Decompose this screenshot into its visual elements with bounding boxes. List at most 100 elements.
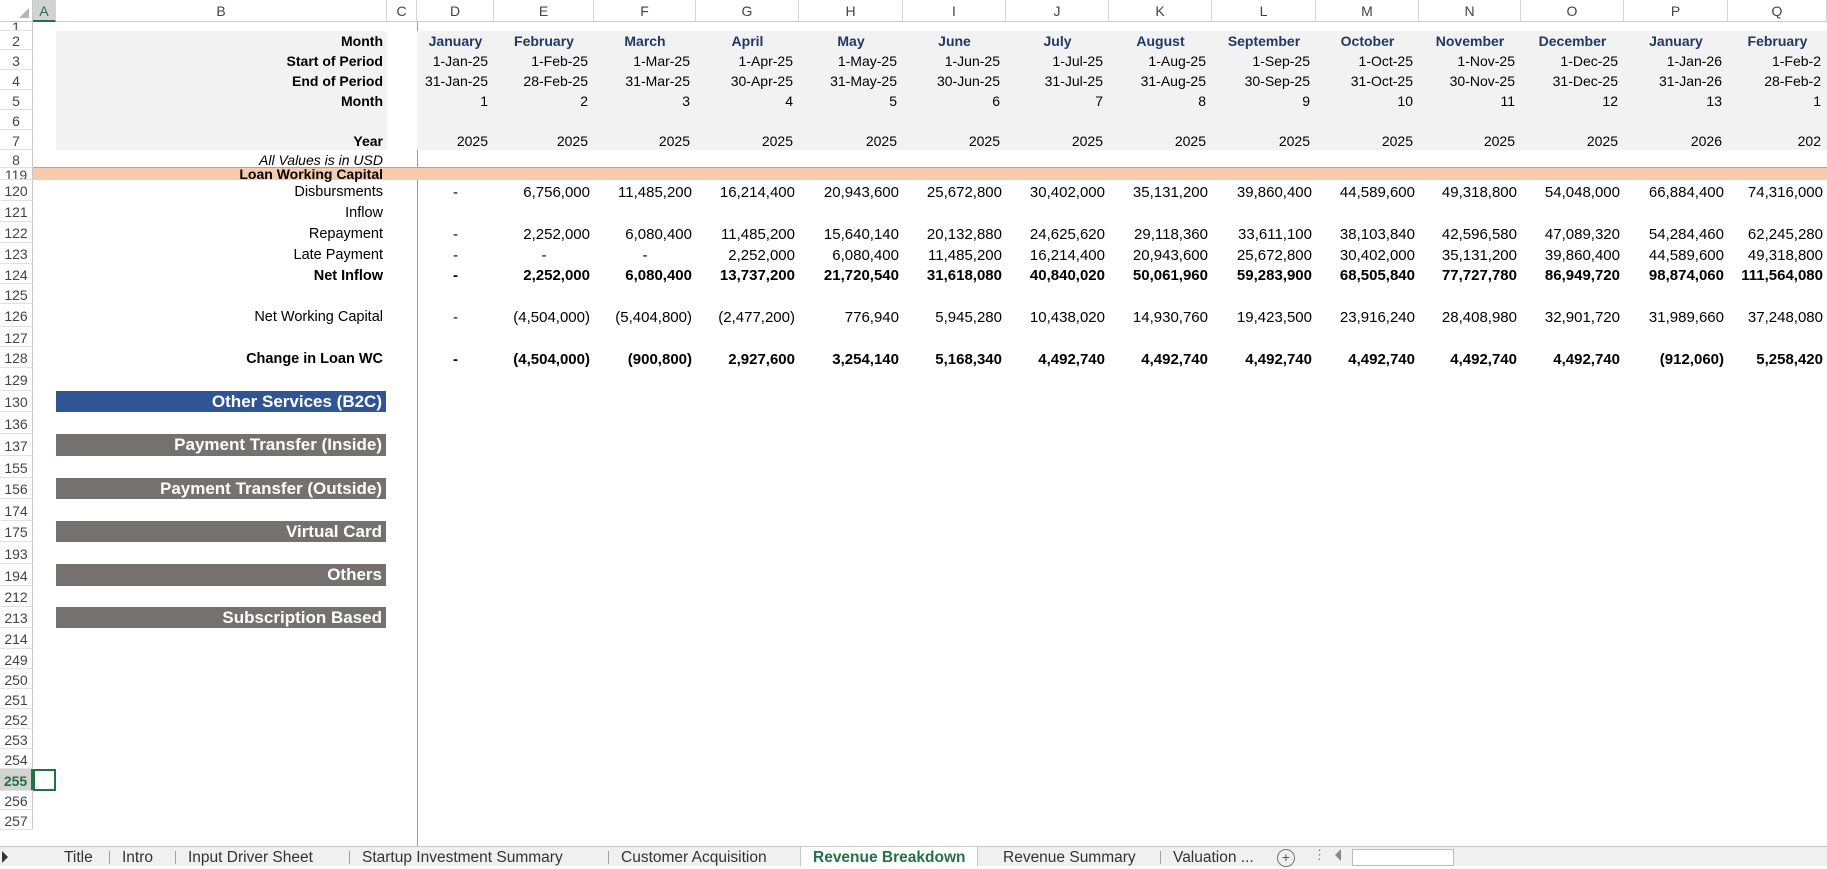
row-header-256[interactable]: 256 — [0, 791, 33, 810]
column-header-k[interactable]: K — [1109, 0, 1212, 22]
column-header-d[interactable]: D — [417, 0, 494, 22]
section-header-2[interactable]: Payment Transfer (Inside) — [56, 434, 386, 456]
column-header-f[interactable]: F — [594, 0, 696, 22]
row-gridline — [0, 728, 33, 729]
row-gridline — [0, 390, 33, 391]
column-header-h[interactable]: H — [799, 0, 903, 22]
row-header-251[interactable]: 251 — [0, 689, 33, 709]
section-header-3[interactable]: Payment Transfer (Outside) — [56, 478, 386, 499]
row-header-126[interactable]: 126 — [0, 304, 33, 327]
row-header-156[interactable]: 156 — [0, 478, 33, 499]
spreadsheet-grid[interactable]: ABCDEFGHIJKLMNOPQ 1 2 3 4 5 6 7 8 119 120 121 122 12… — [0, 0, 1827, 846]
row-header-4[interactable]: 4 — [0, 70, 33, 90]
row-gridline — [0, 167, 33, 168]
column-header-q[interactable]: Q — [1728, 0, 1827, 22]
column-header-n[interactable]: N — [1419, 0, 1521, 22]
sheet-tab-startup-investment-summary[interactable]: Startup Investment Summary — [362, 847, 563, 866]
plus-circle-icon[interactable]: + — [1277, 849, 1295, 867]
month-name: January — [428, 33, 483, 49]
sheet-tab-revenue-breakdown[interactable]: Revenue Breakdown — [800, 847, 979, 866]
sheet-tab-revenue-summary[interactable]: Revenue Summary — [1003, 847, 1136, 866]
row-header-6[interactable]: 6 — [0, 110, 33, 130]
loan-change-value: 4,492,740 — [1141, 351, 1208, 368]
column-header-m[interactable]: M — [1316, 0, 1419, 22]
row-gridline — [0, 606, 33, 607]
header-label-start: Start of Period — [286, 53, 383, 69]
sheet-tab-input-driver-sheet[interactable]: Input Driver Sheet — [188, 847, 313, 866]
horizontal-scrollbar-thumb[interactable] — [1352, 849, 1454, 866]
row-header-254[interactable]: 254 — [0, 749, 33, 769]
row-header-249[interactable]: 249 — [0, 649, 33, 669]
loan-net-inflow-value: 31,618,080 — [926, 267, 1002, 284]
section-header-4[interactable]: Virtual Card — [56, 521, 386, 542]
row-header-253[interactable]: 253 — [0, 729, 33, 749]
sheet-tab-intro[interactable]: Intro — [122, 847, 153, 866]
active-cell-a255[interactable] — [33, 769, 56, 791]
row-header-130[interactable]: 130 — [0, 391, 33, 412]
column-header-c[interactable]: C — [387, 0, 417, 22]
row-header-255[interactable]: 255 — [0, 769, 33, 791]
row-header-252[interactable]: 252 — [0, 709, 33, 729]
row-header-213[interactable]: 213 — [0, 607, 33, 628]
row-header-124[interactable]: 124 — [0, 264, 33, 284]
section-header-6[interactable]: Subscription Based — [56, 607, 386, 628]
row-header-250[interactable]: 250 — [0, 669, 33, 689]
row-header-121[interactable]: 121 — [0, 201, 33, 222]
header-label-month: Month — [341, 33, 383, 49]
row-header-214[interactable]: 214 — [0, 628, 33, 649]
sheet-tab-valuation[interactable]: Valuation ... — [1173, 847, 1254, 866]
sheet-tab-title[interactable]: Title — [64, 847, 93, 866]
row-header-8[interactable]: 8 — [0, 150, 33, 168]
section-header-1[interactable]: Other Services (B2C) — [56, 391, 386, 412]
row-header-122[interactable]: 122 — [0, 222, 33, 243]
row-header-257[interactable]: 257 — [0, 810, 33, 830]
year-value: 202 — [1797, 133, 1821, 149]
row-header-3[interactable]: 3 — [0, 50, 33, 70]
row-header-137[interactable]: 137 — [0, 434, 33, 456]
row-header-120[interactable]: 120 — [0, 180, 33, 201]
row-header-125[interactable]: 125 — [0, 284, 33, 304]
column-header-b[interactable]: B — [56, 0, 387, 22]
period-end: 31-Dec-25 — [1552, 73, 1618, 89]
row-header-128[interactable]: 128 — [0, 347, 33, 368]
loan-nwc-value: - — [453, 309, 458, 326]
column-header-e[interactable]: E — [494, 0, 594, 22]
ellipsis-icon[interactable]: ⋮ — [1313, 847, 1326, 863]
hscroll-left-icon[interactable] — [1335, 849, 1341, 861]
loan-change-value: 2,927,600 — [728, 351, 795, 368]
row-header-193[interactable]: 193 — [0, 542, 33, 564]
row-header-129[interactable]: 129 — [0, 368, 33, 391]
column-header-p[interactable]: P — [1624, 0, 1728, 22]
year-value: 2025 — [1071, 133, 1103, 149]
row-header-127[interactable]: 127 — [0, 327, 33, 347]
sheet-tab-customer-acquisition[interactable]: Customer Acquisition — [621, 847, 767, 866]
row-header-7[interactable]: 7 — [0, 130, 33, 150]
row-gridline — [0, 30, 33, 31]
column-header-j[interactable]: J — [1006, 0, 1109, 22]
row-header-174[interactable]: 174 — [0, 499, 33, 521]
column-header-g[interactable]: G — [696, 0, 799, 22]
row-header-175[interactable]: 175 — [0, 521, 33, 542]
row-header-194[interactable]: 194 — [0, 564, 33, 586]
loan-disbursements-value: 20,943,600 — [823, 184, 899, 201]
column-header-l[interactable]: L — [1212, 0, 1316, 22]
column-header-a[interactable]: A — [33, 0, 56, 22]
row-header-5[interactable]: 5 — [0, 90, 33, 110]
row-header-123[interactable]: 123 — [0, 243, 33, 264]
tab-separator — [349, 851, 350, 864]
period-start: 1-Feb-2 — [1771, 53, 1821, 69]
tab-separator — [1160, 851, 1161, 864]
period-start: 1-Jul-25 — [1052, 53, 1103, 69]
year-value: 2025 — [761, 133, 793, 149]
section-header-5[interactable]: Others — [56, 564, 386, 586]
row-header-2[interactable]: 2 — [0, 31, 33, 50]
row-header-155[interactable]: 155 — [0, 456, 33, 478]
column-header-i[interactable]: I — [903, 0, 1006, 22]
column-header-o[interactable]: O — [1521, 0, 1624, 22]
loan-disbursements-value: 25,672,800 — [926, 184, 1002, 201]
row-header-136[interactable]: 136 — [0, 412, 33, 434]
row-header-212[interactable]: 212 — [0, 586, 33, 607]
month-number: 3 — [682, 93, 690, 109]
row-gridline — [0, 49, 33, 50]
scroll-tabs-left-icon[interactable] — [2, 851, 8, 863]
